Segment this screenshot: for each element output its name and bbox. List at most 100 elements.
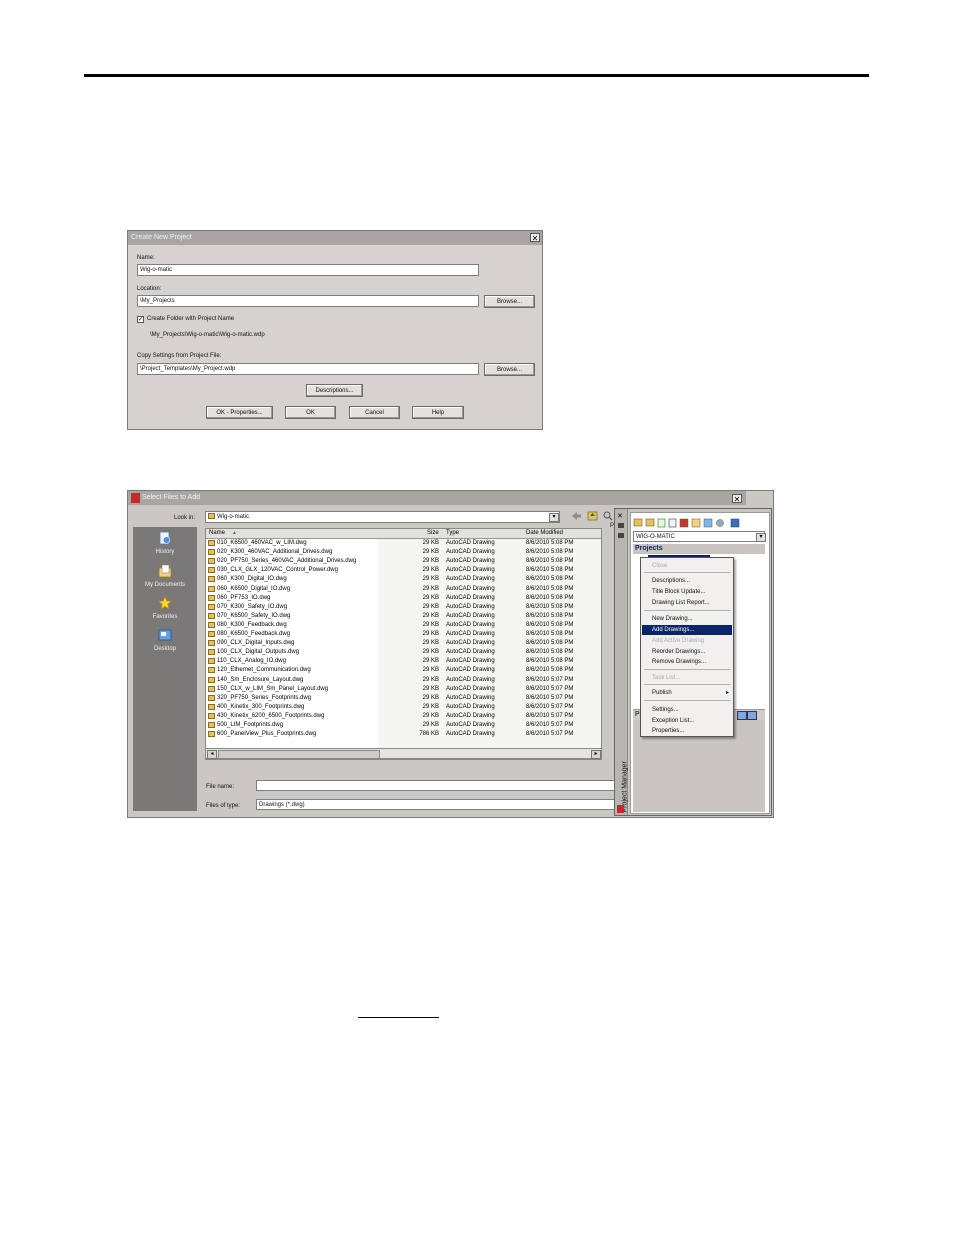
help-icon[interactable] — [730, 518, 740, 528]
file-row[interactable]: 320_PF750_Series_Footprints.dwg 29 KB Auto… — [206, 694, 601, 703]
close-icon[interactable]: ✕ — [530, 233, 540, 243]
copy-settings-input[interactable]: \Project_Templates\My_Project.wdp — [137, 363, 479, 375]
column-date-modified[interactable]: Date Modified — [526, 530, 563, 536]
file-row[interactable]: 060_K300_Digital_IO.dwg 29 KB AutoCAD Draw… — [206, 575, 601, 584]
file-row[interactable]: 020_K300_460VAC_Additional_Drives.dwg 29 … — [206, 548, 601, 557]
file-row[interactable]: 010_K6500_460VAC_w_LIM.dwg 29 KB AutoCAD D… — [206, 539, 601, 548]
file-row[interactable]: 430_Kinetix_6200_6500_Footprints.dwg 29 K… — [206, 712, 601, 721]
file-size-cell: 29 KB — [422, 594, 439, 601]
chevron-down-icon[interactable]: ▾ — [756, 533, 766, 542]
project-properties-icon[interactable] — [691, 518, 701, 528]
publish-icon[interactable] — [703, 518, 713, 528]
back-icon[interactable] — [572, 512, 581, 520]
settings-icon[interactable] — [716, 519, 724, 527]
files-of-type-dropdown[interactable]: Drawings (*.dwg) — [256, 799, 618, 810]
location-input[interactable]: \My_Projects — [137, 295, 479, 307]
column-type[interactable]: Type — [446, 530, 459, 536]
project-name-input[interactable]: Wig-o-matic — [137, 264, 479, 276]
file-date-cell: 8/6/2010 5:07 PM — [526, 712, 574, 719]
dwg-file-icon — [208, 649, 215, 656]
header-rule — [84, 74, 869, 77]
file-date-cell: 8/6/2010 5:08 PM — [526, 558, 574, 565]
new-drawing-icon[interactable] — [657, 518, 666, 528]
menu-item-settings[interactable]: Settings... — [642, 705, 732, 715]
file-row[interactable]: 140_Sm_Enclosure_Layout.dwg 29 KB AutoCAD … — [206, 676, 601, 685]
look-in-dropdown[interactable]: Wig-o-matic — [205, 511, 560, 523]
projects-header[interactable]: Projects — [633, 544, 765, 554]
file-list[interactable]: Name ▲ Size Type Date Modified 010_K6500… — [205, 528, 602, 760]
menu-item-remove-drawings[interactable]: Remove Drawings... — [642, 657, 732, 667]
create-folder-checkbox[interactable]: ✓ — [137, 316, 144, 323]
location-browse-button[interactable]: Browse... — [484, 295, 535, 308]
menu-item-title-block-update[interactable]: Title Block Update... — [642, 587, 732, 597]
ok-button[interactable]: OK — [285, 406, 336, 419]
file-row[interactable]: 600_PanelView_Plus_Footprints.dwg 786 KB A… — [206, 730, 601, 739]
file-row[interactable]: 080_K6500_Feedback.dwg 29 KB AutoCAD Drawi… — [206, 630, 601, 639]
new-project-icon[interactable] — [645, 518, 655, 527]
palette-autohide-icon[interactable] — [618, 523, 624, 528]
project-selector-dropdown[interactable]: WIG-O-MATIC — [633, 531, 765, 542]
menu-item-close[interactable]: Close — [642, 561, 732, 571]
file-row[interactable]: 400_Kinetix_300_Footprints.dwg 29 KB AutoC… — [206, 703, 601, 712]
file-row[interactable]: 110_CLX_Analog_IO.dwg 29 KB AutoCAD Drawin… — [206, 657, 601, 666]
file-name-input[interactable] — [256, 780, 618, 791]
search-web-icon[interactable] — [603, 511, 613, 521]
file-row[interactable]: 090_CLX_Digital_Inputs.dwg 29 KB AutoCAD D… — [206, 639, 601, 648]
file-row[interactable]: 060_K6500_Digital_IO.dwg 29 KB AutoCAD Dra… — [206, 585, 601, 594]
places-history[interactable]: History — [133, 531, 197, 555]
horizontal-scrollbar[interactable]: ◂ ▸ — [205, 748, 602, 759]
file-row[interactable]: 070_K300_Safety_IO.dwg 29 KB AutoCAD Drawi… — [206, 603, 601, 612]
file-name-cell: 600_PanelView_Plus_Footprints.dwg — [217, 731, 317, 738]
file-name-cell: 020_PF750_Series_460VAC_Additional_Drive… — [217, 558, 357, 565]
palette-close-icon[interactable]: ✕ — [617, 512, 623, 520]
column-name[interactable]: Name — [209, 530, 225, 536]
dwg-file-icon — [208, 631, 215, 637]
file-row[interactable]: 150_CLX_w_LIM_Sm_Panel_Layout.dwg 29 KB Au… — [206, 685, 601, 694]
files-of-type-label: Files of type: — [206, 803, 241, 809]
descriptions-button[interactable]: Descriptions... — [306, 384, 363, 397]
places-my-documents[interactable]: My Documents — [133, 564, 197, 588]
copy-settings-browse-button[interactable]: Browse... — [484, 363, 535, 376]
file-size-cell: 29 KB — [422, 640, 439, 647]
column-size[interactable]: Size — [427, 530, 439, 536]
cancel-button[interactable]: Cancel — [349, 406, 400, 419]
file-row[interactable]: 100_CLX_Digital_Outputs.dwg 29 KB AutoCAD … — [206, 648, 601, 657]
file-size-cell: 29 KB — [422, 649, 439, 656]
project-tasks-icon[interactable] — [679, 518, 689, 528]
scroll-thumb[interactable] — [218, 750, 380, 759]
scroll-right-icon[interactable]: ▸ — [591, 750, 601, 759]
file-row[interactable]: 030_CLX_GLX_120VAC_Control_Power.dwg 29 K… — [206, 566, 601, 575]
file-row[interactable]: 120_Ethernet_Communication.dwg 29 KB AutoC… — [206, 666, 601, 675]
file-type-cell: AutoCAD Drawing — [446, 703, 495, 710]
chevron-down-icon[interactable]: ▾ — [549, 513, 559, 522]
places-favorites[interactable]: Favorites — [133, 595, 197, 620]
ok-properties-button[interactable]: OK - Properties... — [206, 406, 273, 419]
menu-item-exception-list[interactable]: Exception List... — [642, 716, 732, 726]
menu-item-properties[interactable]: Properties... — [642, 726, 732, 736]
file-row[interactable]: 070_K6500_Safety_IO.dwg 29 KB AutoCAD Draw… — [206, 612, 601, 621]
menu-item-new-drawing[interactable]: New Drawing... — [642, 614, 732, 624]
palette-properties-icon[interactable] — [618, 533, 624, 538]
file-row[interactable]: 020_PF750_Series_460VAC_Additional_Drive… — [206, 557, 601, 566]
up-folder-icon[interactable] — [587, 511, 598, 521]
details-view-icon[interactable] — [737, 711, 747, 720]
file-row[interactable]: 500_LIM_Footprints.dwg 29 KB AutoCAD Drawi… — [206, 721, 601, 730]
menu-item-reorder-drawings[interactable]: Reorder Drawings... — [642, 647, 732, 657]
refresh-icon[interactable] — [668, 518, 677, 528]
menu-item-task-list[interactable]: Task List... — [642, 673, 732, 683]
help-button[interactable]: Help — [412, 406, 464, 419]
file-size-cell: 29 KB — [422, 549, 439, 556]
preview-view-icon[interactable] — [747, 711, 757, 720]
menu-item-drawing-list-report[interactable]: Drawing List Report... — [642, 598, 732, 608]
menu-item-publish[interactable]: Publish ▸ — [642, 688, 732, 698]
menu-item-descriptions[interactable]: Descriptions... — [642, 576, 732, 586]
places-desktop[interactable]: Desktop — [133, 628, 197, 652]
close-icon[interactable]: ✕ — [732, 494, 742, 504]
menu-item-add-active-drawing[interactable]: Add Active Drawing — [642, 636, 732, 646]
file-row[interactable]: 060_PF753_IO.dwg 29 KB AutoCAD Drawing 8/6/… — [206, 594, 601, 603]
file-size-cell: 29 KB — [422, 667, 439, 674]
open-project-icon[interactable] — [633, 518, 643, 527]
scroll-left-icon[interactable]: ◂ — [207, 750, 217, 759]
file-row[interactable]: 080_K300_Feedback.dwg 29 KB AutoCAD Drawin… — [206, 621, 601, 630]
menu-item-add-drawings[interactable]: Add Drawings... — [642, 625, 732, 635]
